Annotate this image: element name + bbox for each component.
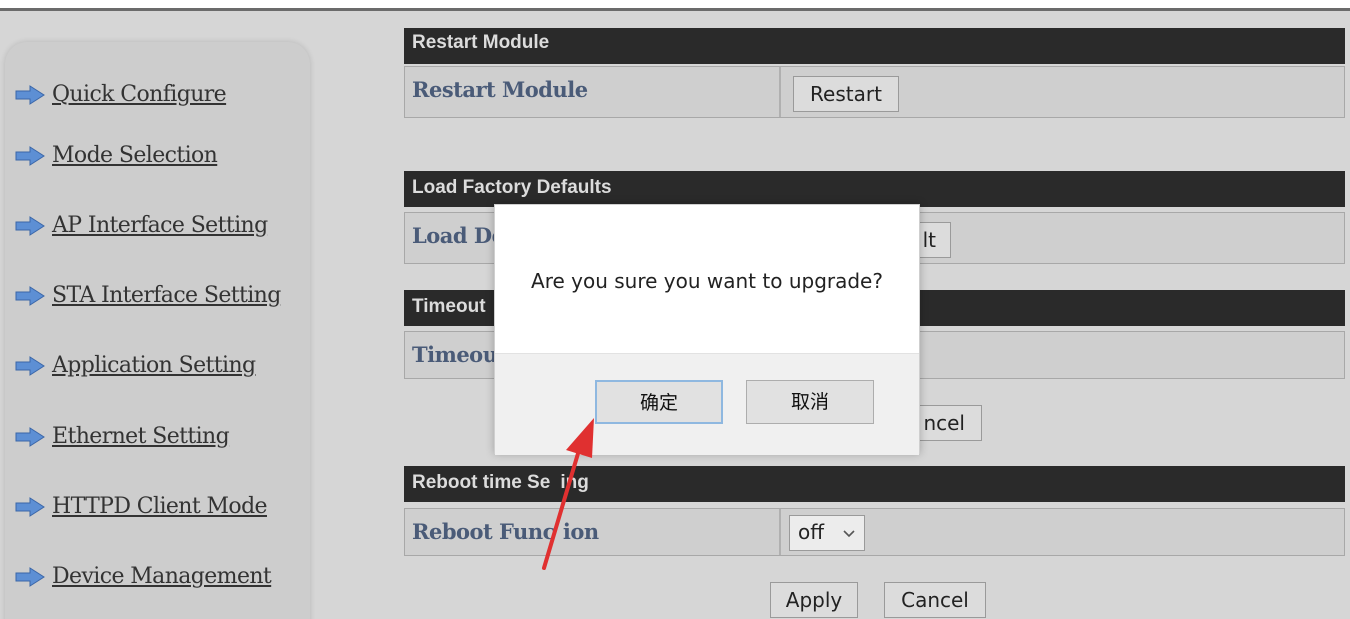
- top-divider-overlay: [0, 8, 1350, 11]
- arrow-right-icon: [15, 355, 45, 376]
- restart-row-label: Restart Module: [405, 67, 781, 117]
- sidebar-item-mode-selection[interactable]: Mode Selection: [15, 143, 218, 168]
- factory-section-header: Load Factory Defaults: [404, 171, 1345, 207]
- sidebar-item-httpd-client[interactable]: HTTPD Client Mode: [15, 494, 268, 519]
- sidebar-item-application[interactable]: Application Setting: [15, 353, 256, 378]
- cancel-button[interactable]: Cancel: [884, 582, 986, 618]
- sidebar-item-label: Device Management: [52, 564, 272, 589]
- section-title: Load Factory Defaults: [412, 177, 612, 198]
- reboot-row-value: off: [783, 509, 1344, 555]
- arrow-right-icon: [15, 285, 45, 306]
- dialog-message: Are you sure you want to upgrade?: [531, 269, 883, 293]
- arrow-right-icon: [15, 496, 45, 517]
- restart-row: Restart Module Restart: [404, 66, 1345, 118]
- sidebar-item-sta-interface[interactable]: STA Interface Setting: [15, 283, 281, 308]
- annotation-arrow-icon: [542, 418, 594, 570]
- arrow-right-icon: [15, 145, 45, 166]
- section-title: Restart Module: [412, 32, 550, 53]
- arrow-right-icon: [15, 566, 45, 587]
- sidebar-item-ethernet[interactable]: Ethernet Setting: [15, 424, 230, 449]
- restart-section-header: Restart Module: [404, 28, 1345, 64]
- restart-button[interactable]: Restart: [793, 76, 899, 112]
- reboot-function-select[interactable]: off: [789, 515, 865, 551]
- arrow-right-icon: [15, 215, 45, 236]
- sidebar-item-ap-interface[interactable]: AP Interface Setting: [15, 213, 268, 238]
- sidebar-item-label: AP Interface Setting: [52, 213, 268, 238]
- apply-button[interactable]: Apply: [770, 582, 858, 618]
- select-value: off: [798, 520, 825, 544]
- sidebar: [5, 42, 310, 619]
- sidebar-item-device-management[interactable]: Device Management: [15, 564, 272, 589]
- sidebar-item-label: HTTPD Client Mode: [52, 494, 268, 519]
- sidebar-item-label: Application Setting: [52, 353, 256, 378]
- sidebar-item-label: STA Interface Setting: [52, 283, 281, 308]
- sidebar-item-label: Mode Selection: [52, 143, 218, 168]
- arrow-right-icon: [15, 426, 45, 447]
- sidebar-item-quick-configure[interactable]: Quick Configure: [15, 82, 227, 107]
- chevron-down-icon: [843, 530, 855, 538]
- restart-row-value: Restart: [783, 67, 1344, 117]
- top-strip-overlay: [0, 0, 1350, 8]
- dialog-ok-button[interactable]: 确定: [595, 380, 723, 424]
- sidebar-item-label: Quick Configure: [52, 82, 227, 107]
- section-title: Timeout: [412, 296, 486, 317]
- arrow-right-icon: [15, 84, 45, 105]
- sidebar-item-label: Ethernet Setting: [52, 424, 230, 449]
- dialog-cancel-button[interactable]: 取消: [746, 380, 874, 424]
